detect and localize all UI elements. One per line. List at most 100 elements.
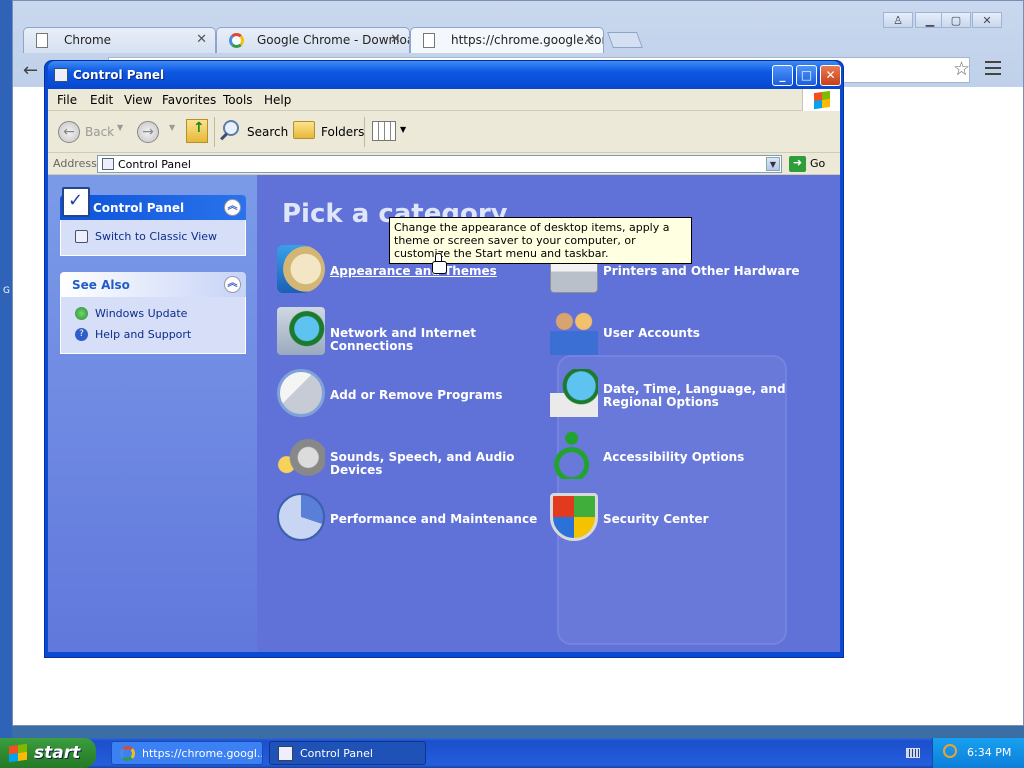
forward-dropdown-icon[interactable]: ▼ xyxy=(169,123,175,132)
category-user-accounts[interactable]: User Accounts xyxy=(550,307,820,359)
go-label: Go xyxy=(810,157,826,170)
search-button[interactable]: Search xyxy=(247,125,288,139)
page-icon xyxy=(36,33,48,48)
menu-view[interactable]: View xyxy=(124,93,152,107)
link-label: Switch to Classic View xyxy=(95,230,218,243)
category-label: Date, Time, Language, and Regional Optio… xyxy=(603,382,786,409)
chrome-logo-icon xyxy=(120,746,135,761)
address-bar: Address Control Panel ▼ Go xyxy=(48,153,840,175)
task-pane: Control Panel ︽ Switch to Classic View S… xyxy=(48,175,257,652)
back-button[interactable]: Back xyxy=(85,125,114,139)
close-tab-icon[interactable]: ✕ xyxy=(390,32,401,47)
category-network-and-internet[interactable]: Network and Internet Connections xyxy=(277,307,547,359)
menu-tools[interactable]: Tools xyxy=(223,93,253,107)
title-bar[interactable]: Control Panel _ □ ✕ xyxy=(48,61,841,89)
category-performance-and-maintenance[interactable]: Performance and Maintenance xyxy=(277,493,547,545)
category-add-or-remove-programs[interactable]: Add or Remove Programs xyxy=(277,369,547,421)
go-button[interactable]: Go xyxy=(789,156,831,173)
address-label: Address xyxy=(53,157,97,170)
classic-view-icon xyxy=(75,230,88,243)
start-button[interactable]: start xyxy=(0,738,96,768)
help-icon: ? xyxy=(75,328,88,341)
views-dropdown-icon[interactable]: ▼ xyxy=(400,125,406,134)
desktop-glyph: G xyxy=(3,286,10,296)
bookmark-star-icon[interactable]: ☆ xyxy=(953,58,970,80)
menu-favorites[interactable]: Favorites xyxy=(162,93,216,107)
menu-file[interactable]: File xyxy=(57,93,77,107)
windows-logo-icon xyxy=(9,743,27,763)
forward-icon[interactable]: → xyxy=(137,121,159,143)
back-icon[interactable]: ← xyxy=(58,121,80,143)
category-date-time-language[interactable]: Date, Time, Language, and Regional Optio… xyxy=(550,369,820,421)
control-panel-window: Control Panel _ □ ✕ File Edit View Favor… xyxy=(44,60,844,658)
windows-update-icon xyxy=(75,307,88,320)
accessibility-icon xyxy=(550,431,598,479)
help-and-support-link[interactable]: ? Help and Support xyxy=(73,324,245,345)
address-value: Control Panel xyxy=(118,158,191,171)
start-label: start xyxy=(34,743,81,763)
maximize-button[interactable]: □ xyxy=(796,65,817,86)
category-label: Network and Internet Connections xyxy=(330,326,476,353)
close-icon[interactable]: ✕ xyxy=(972,12,1002,28)
back-dropdown-icon[interactable]: ▼ xyxy=(117,123,123,132)
category-label: Performance and Maintenance xyxy=(330,512,538,526)
taskbar-item-chrome[interactable]: https://chrome.googl... xyxy=(111,741,263,765)
close-tab-icon[interactable]: ✕ xyxy=(584,32,595,47)
new-tab-button[interactable] xyxy=(607,32,643,48)
switch-to-classic-view-link[interactable]: Switch to Classic View xyxy=(73,226,245,247)
category-label: Add or Remove Programs xyxy=(330,388,503,402)
profile-icon[interactable]: ♙ xyxy=(883,12,913,28)
section-body: Switch to Classic View xyxy=(60,220,246,256)
minimize-button[interactable]: _ xyxy=(772,65,793,86)
desktop-background: G xyxy=(0,0,12,740)
speaker-note-icon xyxy=(277,431,325,479)
chrome-tab-1[interactable]: Chrome ✕ xyxy=(23,27,216,53)
page-icon xyxy=(423,33,435,48)
close-tab-icon[interactable]: ✕ xyxy=(196,32,207,47)
menu-help[interactable]: Help xyxy=(264,93,291,107)
windows-logo-icon xyxy=(802,89,840,111)
search-icon[interactable] xyxy=(943,744,957,758)
programs-cd-icon xyxy=(277,369,325,417)
system-tray: 6:34 PM xyxy=(932,738,1024,768)
link-label: Help and Support xyxy=(95,328,192,341)
toolbar-divider xyxy=(364,117,365,147)
taskbar-item-control-panel[interactable]: Control Panel xyxy=(269,741,426,765)
folders-icon[interactable] xyxy=(293,121,315,139)
restore-icon[interactable]: ▢ xyxy=(941,12,971,28)
category-label: Sounds, Speech, and Audio Devices xyxy=(330,450,515,477)
folders-button[interactable]: Folders xyxy=(321,125,364,139)
chrome-tab-3[interactable]: https://chrome.google.com/’ ✕ xyxy=(410,27,604,53)
pie-chart-icon xyxy=(277,493,325,541)
category-security-center[interactable]: Security Center xyxy=(550,493,820,545)
menu-bar: File Edit View Favorites Tools Help xyxy=(48,89,840,111)
collapse-chevron-icon[interactable]: ︽ xyxy=(224,276,241,293)
category-sounds-speech-audio[interactable]: Sounds, Speech, and Audio Devices xyxy=(277,431,547,483)
close-button[interactable]: ✕ xyxy=(820,65,841,86)
taskbar-item-label: Control Panel xyxy=(300,747,373,760)
category-accessibility-options[interactable]: Accessibility Options xyxy=(550,431,820,483)
link-label: Windows Update xyxy=(95,307,188,320)
views-icon[interactable] xyxy=(372,121,396,141)
toolbar-divider xyxy=(214,117,215,147)
collapse-chevron-icon[interactable]: ︽ xyxy=(224,199,241,216)
clock[interactable]: 6:34 PM xyxy=(967,746,1011,759)
users-icon xyxy=(550,307,598,355)
up-folder-icon[interactable] xyxy=(186,119,208,143)
appearance-palette-icon xyxy=(277,245,325,293)
back-arrow-icon[interactable]: ← xyxy=(23,60,38,81)
security-shield-icon xyxy=(550,493,598,541)
section-body: Windows Update ? Help and Support xyxy=(60,297,246,354)
hand-cursor-icon xyxy=(432,253,447,274)
menu-edit[interactable]: Edit xyxy=(90,93,113,107)
control-panel-icon xyxy=(54,68,68,82)
control-panel-section: Control Panel ︽ Switch to Classic View xyxy=(60,187,246,256)
search-icon[interactable] xyxy=(223,120,239,136)
address-field[interactable]: Control Panel ▼ xyxy=(97,155,782,173)
chrome-tab-title: https://chrome.google.com/’ xyxy=(451,33,603,47)
address-dropdown-icon[interactable]: ▼ xyxy=(766,157,780,171)
chrome-tab-2[interactable]: Google Chrome - Download t ✕ xyxy=(216,27,410,53)
chrome-menu-icon[interactable] xyxy=(985,61,1001,75)
windows-update-link[interactable]: Windows Update xyxy=(73,303,245,324)
keyboard-icon[interactable] xyxy=(906,748,920,758)
